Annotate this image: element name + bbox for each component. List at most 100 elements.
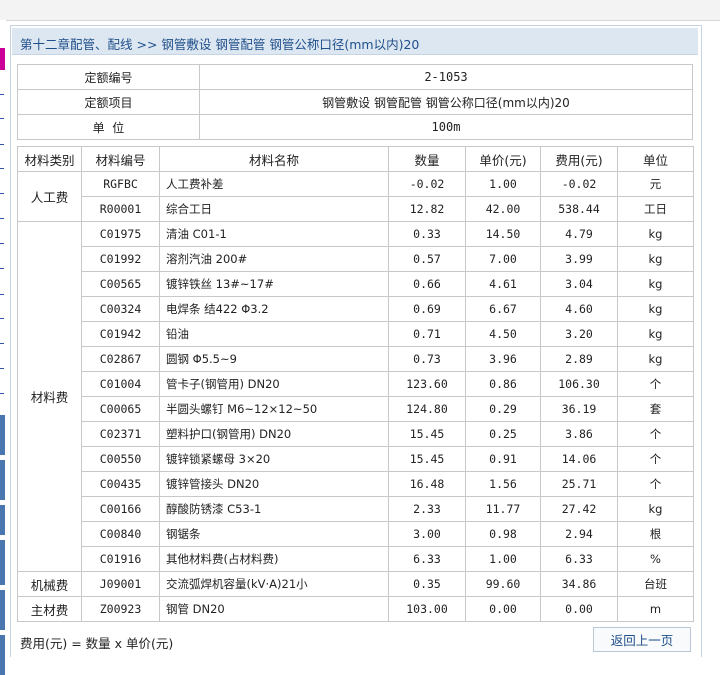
quota-unit-value: 100m — [199, 114, 693, 140]
cost-cell: 4.60 — [540, 296, 618, 322]
name-cell: 交流弧焊机容量(kV·A)21小 — [159, 571, 389, 597]
cost-cell: 2.94 — [540, 521, 618, 547]
name-cell: 镀锌锁紧螺母 3×20 — [159, 446, 389, 472]
left-panel-edge — [0, 20, 6, 675]
quota-code-value: 2-1053 — [199, 64, 693, 90]
category-cell: 机械费 — [17, 571, 82, 597]
quantity-cell: 0.69 — [388, 296, 466, 322]
quantity-cell: -0.02 — [388, 171, 466, 197]
quantity-cell: 0.57 — [388, 246, 466, 272]
unit-price-cell: 4.50 — [465, 321, 541, 347]
unit-cell: kg — [617, 271, 694, 297]
cost-cell: 3.86 — [540, 421, 618, 447]
code-cell: C01942 — [81, 321, 160, 347]
header-unit-price: 单价(元) — [465, 146, 541, 172]
unit-price-cell: 0.86 — [465, 371, 541, 397]
table-row: C00324 电焊条 结422 Φ3.2 0.69 6.67 4.60 kg — [18, 296, 694, 322]
back-button[interactable]: 返回上一页 — [593, 627, 691, 652]
table-row: C02867 圆钢 Φ5.5~9 0.73 3.96 2.89 kg — [18, 346, 694, 372]
unit-cell: 个 — [617, 421, 694, 447]
quota-info-table: 定额编号 2-1053 定额项目 钢管敷设 钢管配管 钢管公称口径(mm以内)2… — [17, 64, 693, 140]
name-cell: 醇酸防锈漆 C53-1 — [159, 496, 389, 522]
cost-cell: 6.33 — [540, 546, 618, 572]
quota-item-row: 定额项目 钢管敷设 钢管配管 钢管公称口径(mm以内)20 — [17, 89, 693, 115]
table-row: C01004 管卡子(钢管用) DN20 123.60 0.86 106.30 个 — [18, 371, 694, 397]
category-cell: 主材费 — [17, 596, 82, 622]
table-row: C01942 铅油 0.71 4.50 3.20 kg — [18, 321, 694, 347]
cost-cell: 25.71 — [540, 471, 618, 497]
table-row: C02371 塑料护口(钢管用) DN20 15.45 0.25 3.86 个 — [18, 421, 694, 447]
unit-price-cell: 42.00 — [465, 196, 541, 222]
header-code: 材料编号 — [81, 146, 160, 172]
cost-cell: 36.19 — [540, 396, 618, 422]
name-cell: 其他材料费(占材料费) — [159, 546, 389, 572]
quantity-cell: 6.33 — [388, 546, 466, 572]
code-cell: C00065 — [81, 396, 160, 422]
quantity-cell: 124.80 — [388, 396, 466, 422]
quantity-cell: 103.00 — [388, 596, 466, 622]
code-cell: C00166 — [81, 496, 160, 522]
cost-cell: 106.30 — [540, 371, 618, 397]
quota-code-label: 定额编号 — [17, 64, 200, 90]
name-cell: 铅油 — [159, 321, 389, 347]
quantity-cell: 16.48 — [388, 471, 466, 497]
name-cell: 塑料护口(钢管用) DN20 — [159, 421, 389, 447]
cost-cell: 3.04 — [540, 271, 618, 297]
header-category: 材料类别 — [17, 146, 82, 172]
unit-cell: 个 — [617, 446, 694, 472]
unit-price-cell: 1.00 — [465, 171, 541, 197]
cost-cell: -0.02 — [540, 171, 618, 197]
category-cell: 人工费 — [17, 171, 82, 222]
cost-cell: 2.89 — [540, 346, 618, 372]
table-row: C01992 溶剂汽油 200# 0.57 7.00 3.99 kg — [18, 246, 694, 272]
selected-marker — [0, 48, 5, 70]
quantity-cell: 123.60 — [388, 371, 466, 397]
cost-cell: 34.86 — [540, 571, 618, 597]
cost-cell: 0.00 — [540, 596, 618, 622]
code-cell: C02867 — [81, 346, 160, 372]
breadcrumb-text: 第十二章配管、配线 >> 钢管敷设 钢管配管 钢管公称口径(mm以内)20 — [20, 37, 420, 52]
materials-table: 材料类别 材料编号 材料名称 数量 单价(元) 费用(元) 单位 人工费 RGFB… — [17, 146, 694, 622]
unit-price-cell: 0.00 — [465, 596, 541, 622]
quantity-cell: 15.45 — [388, 446, 466, 472]
unit-price-cell: 14.50 — [465, 221, 541, 247]
unit-price-cell: 3.96 — [465, 346, 541, 372]
cost-cell: 14.06 — [540, 446, 618, 472]
code-cell: C01916 — [81, 546, 160, 572]
cost-formula-note: 费用(元) = 数量 x 单价(元) — [20, 636, 174, 651]
quota-item-value: 钢管敷设 钢管配管 钢管公称口径(mm以内)20 — [199, 89, 693, 115]
code-cell: C00324 — [81, 296, 160, 322]
breadcrumb: 第十二章配管、配线 >> 钢管敷设 钢管配管 钢管公称口径(mm以内)20 — [12, 28, 698, 55]
unit-price-cell: 4.61 — [465, 271, 541, 297]
code-cell: C00840 — [81, 521, 160, 547]
table-row: C00435 镀锌管接头 DN20 16.48 1.56 25.71 个 — [18, 471, 694, 497]
cost-cell: 3.20 — [540, 321, 618, 347]
cost-cell: 27.42 — [540, 496, 618, 522]
name-cell: 镀锌管接头 DN20 — [159, 471, 389, 497]
unit-cell: % — [617, 546, 694, 572]
unit-price-cell: 1.56 — [465, 471, 541, 497]
name-cell: 钢管 DN20 — [159, 596, 389, 622]
materials-header-row: 材料类别 材料编号 材料名称 数量 单价(元) 费用(元) 单位 — [17, 146, 694, 172]
unit-cell: 套 — [617, 396, 694, 422]
quantity-cell: 3.00 — [388, 521, 466, 547]
code-cell: C02371 — [81, 421, 160, 447]
header-unit: 单位 — [617, 146, 694, 172]
unit-price-cell: 0.98 — [465, 521, 541, 547]
table-row: R00001 综合工日 12.82 42.00 538.44 工日 — [18, 196, 694, 222]
name-cell: 电焊条 结422 Φ3.2 — [159, 296, 389, 322]
table-row: 主材费 Z00923 钢管 DN20 103.00 0.00 0.00 m — [17, 596, 694, 622]
code-cell: Z00923 — [81, 596, 160, 622]
table-row: C00840 钢锯条 3.00 0.98 2.94 根 — [18, 521, 694, 547]
code-cell: C00550 — [81, 446, 160, 472]
table-row: C00065 半圆头螺钉 M6~12×12~50 124.80 0.29 36.19 套 — [18, 396, 694, 422]
table-row: 机械费 J09001 交流弧焊机容量(kV·A)21小 0.35 99.60 34.86 台… — [17, 571, 694, 597]
unit-price-cell: 0.29 — [465, 396, 541, 422]
name-cell: 综合工日 — [159, 196, 389, 222]
name-cell: 圆钢 Φ5.5~9 — [159, 346, 389, 372]
table-row: C00565 镀锌铁丝 13#~17# 0.66 4.61 3.04 kg — [18, 271, 694, 297]
quantity-cell: 2.33 — [388, 496, 466, 522]
header-quantity: 数量 — [388, 146, 466, 172]
name-cell: 人工费补差 — [159, 171, 389, 197]
category-cell: 材料费 — [17, 221, 82, 572]
